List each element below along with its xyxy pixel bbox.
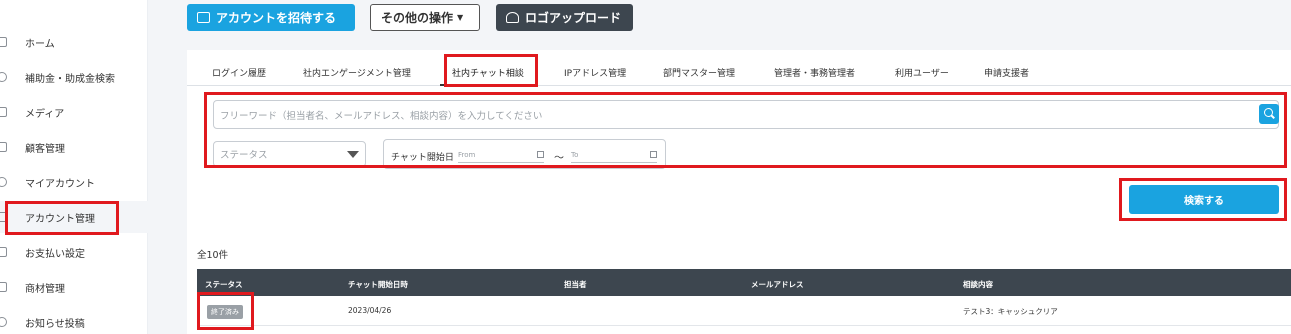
- dropdown-arrow-icon: [347, 151, 359, 158]
- search-submit-label: 検索する: [1184, 196, 1224, 207]
- column-header-status: ステータス: [205, 280, 243, 289]
- tab-internal-engagement[interactable]: 社内エンゲージメント管理: [303, 66, 411, 79]
- sidebar-item-label: アカウント管理: [25, 213, 95, 225]
- invite-account-button[interactable]: アカウントを招待する: [187, 4, 355, 31]
- tab-login-history[interactable]: ログイン履歴: [212, 66, 266, 79]
- customer-icon: [0, 142, 7, 152]
- sidebar-item-subsidy-search[interactable]: 補助金・助成金検索: [0, 61, 148, 93]
- cell-chat-start: 2023/04/26: [348, 306, 392, 315]
- column-header-content: 相談内容: [963, 280, 993, 289]
- sidebar-item-announcements[interactable]: お知らせ投稿: [0, 306, 148, 334]
- status-placeholder: ステータス: [220, 150, 268, 161]
- sidebar-item-customers[interactable]: 顧客管理: [0, 131, 148, 163]
- sidebar-item-products[interactable]: 商材管理: [0, 271, 148, 303]
- column-header-assignee: 担当者: [564, 280, 587, 289]
- sidebar-item-label: 商材管理: [25, 283, 65, 295]
- status-select[interactable]: ステータス: [213, 141, 366, 167]
- product-icon: [0, 282, 7, 292]
- other-actions-label: その他の操作: [381, 11, 454, 25]
- sidebar-item-label: 補助金・助成金検索: [25, 73, 115, 85]
- search-submit-button[interactable]: 検索する: [1129, 185, 1279, 214]
- logo-upload-button[interactable]: ロゴアップロード: [496, 4, 633, 31]
- user-icon: [0, 177, 7, 187]
- date-label: チャット開始日: [391, 153, 454, 163]
- date-from-placeholder: From: [458, 151, 476, 159]
- logo-upload-label: ロゴアップロード: [525, 11, 622, 25]
- tab-application-supporters[interactable]: 申請支援者: [984, 66, 1029, 79]
- result-count: 全10件: [197, 250, 229, 261]
- search-icon-button[interactable]: [1259, 104, 1279, 124]
- tab-bar: ログイン履歴 社内エンゲージメント管理 社内チャット相談 IPアドレス管理 部門…: [187, 50, 1291, 86]
- invite-account-label: アカウントを招待する: [216, 11, 337, 25]
- upload-icon: [506, 12, 519, 23]
- date-to-placeholder: To: [571, 151, 579, 159]
- sidebar: ホーム 補助金・助成金検索 メディア 顧客管理 マイアカウント アカウント管理 …: [0, 0, 148, 334]
- column-header-email: メールアドレス: [751, 280, 804, 289]
- calendar-icon[interactable]: [537, 151, 544, 158]
- status-badge: 終了済み: [207, 305, 243, 319]
- active-tab-indicator: [440, 84, 538, 86]
- calendar-icon[interactable]: [650, 151, 657, 158]
- search-input[interactable]: フリーワード（担当者名、メールアドレス、相談内容）を入力してください: [213, 100, 1279, 129]
- sidebar-item-my-account[interactable]: マイアカウント: [0, 166, 148, 198]
- account-icon: [0, 212, 7, 222]
- home-icon: [0, 37, 7, 47]
- sidebar-item-label: お知らせ投稿: [25, 318, 85, 330]
- sidebar-item-label: お支払い設定: [25, 248, 85, 260]
- sidebar-item-label: マイアカウント: [25, 178, 95, 190]
- table-row[interactable]: 終了済み 2023/04/26 テスト3：キャッシュクリア: [197, 296, 1291, 326]
- tab-internal-chat[interactable]: 社内チャット相談: [452, 66, 524, 79]
- search-placeholder: フリーワード（担当者名、メールアドレス、相談内容）を入力してください: [220, 110, 543, 122]
- search-icon: [0, 72, 7, 82]
- sidebar-item-account-management[interactable]: アカウント管理: [0, 201, 148, 233]
- search-icon-handle: [1271, 114, 1275, 119]
- info-icon: [0, 317, 7, 327]
- sidebar-item-media[interactable]: メディア: [0, 96, 148, 128]
- folder-plus-icon: [197, 12, 210, 23]
- date-from-field[interactable]: From: [458, 151, 544, 163]
- column-header-chat-start: チャット開始日時: [348, 280, 408, 289]
- sidebar-item-label: 顧客管理: [25, 143, 65, 155]
- tab-ip-address[interactable]: IPアドレス管理: [564, 66, 626, 79]
- date-range-separator: ～: [554, 153, 564, 164]
- tab-administrators[interactable]: 管理者・事務管理者: [774, 66, 855, 79]
- sidebar-item-label: メディア: [25, 108, 65, 120]
- sidebar-item-home[interactable]: ホーム: [0, 26, 148, 58]
- card-icon: [0, 247, 7, 257]
- media-icon: [0, 107, 7, 117]
- sidebar-item-payment-settings[interactable]: お支払い設定: [0, 236, 148, 268]
- tab-users[interactable]: 利用ユーザー: [895, 66, 949, 79]
- cell-content: テスト3：キャッシュクリア: [963, 307, 1058, 316]
- sidebar-item-label: ホーム: [25, 38, 55, 50]
- table-header: ステータス チャット開始日時 担当者 メールアドレス 相談内容: [197, 269, 1291, 296]
- date-to-field[interactable]: To: [571, 151, 657, 163]
- other-actions-button[interactable]: その他の操作 ▼: [370, 4, 480, 31]
- caret-down-icon: ▼: [457, 13, 464, 22]
- chat-start-date-filter: チャット開始日 From ～ To: [383, 139, 666, 169]
- tab-department-master[interactable]: 部門マスター管理: [663, 66, 735, 79]
